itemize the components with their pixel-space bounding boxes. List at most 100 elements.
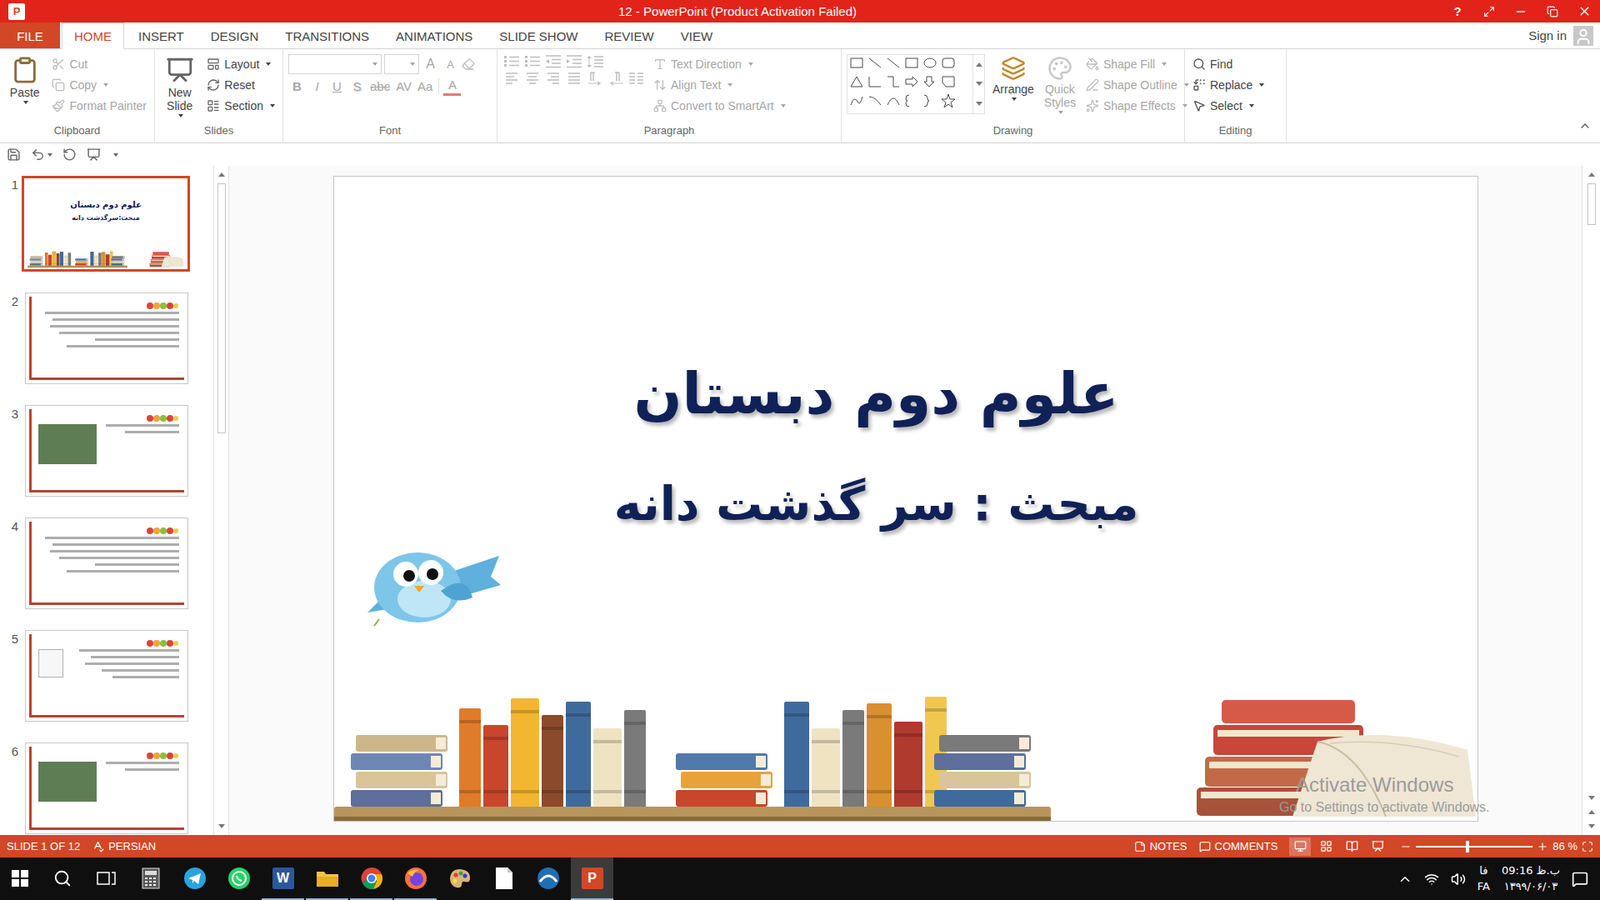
calculator-taskbar-button[interactable] — [129, 857, 172, 900]
notes-button[interactable]: NOTES — [1134, 840, 1188, 853]
ribbon-tab[interactable]: FILE — [0, 22, 60, 49]
sorter-view-button[interactable] — [1315, 837, 1337, 856]
arrange-button[interactable]: Arrange — [990, 54, 1037, 103]
decrease-icon[interactable] — [544, 54, 563, 70]
ribbon-tab[interactable]: SLIDE SHOW — [486, 22, 590, 49]
gallery-down-icon[interactable] — [975, 81, 983, 86]
telegram-taskbar-button[interactable] — [173, 857, 216, 900]
word-taskbar-button[interactable]: W — [261, 857, 305, 900]
bullets-icon[interactable] — [502, 54, 521, 70]
ltr-icon[interactable] — [585, 70, 605, 86]
slide-thumbnail[interactable]: 2 — [0, 292, 214, 385]
input-language[interactable]: فاFA — [1477, 863, 1490, 894]
taskview-taskbar-button[interactable] — [85, 857, 128, 900]
slide-thumbnail[interactable]: 1علوم دوم دبستانمبحث:سرگذشت دانه — [0, 175, 214, 272]
scroll-up-icon[interactable] — [1588, 172, 1595, 177]
reset-button[interactable]: Reset — [204, 75, 278, 95]
copy-button[interactable]: Copy — [49, 75, 150, 95]
thumbnail-frame[interactable] — [25, 517, 189, 610]
align-text-button[interactable]: Align Text — [650, 75, 789, 95]
spacing-button[interactable]: AV — [394, 75, 414, 96]
ribbon-tab[interactable]: INSERT — [125, 22, 197, 49]
center-icon[interactable] — [523, 70, 542, 86]
fit-slide-icon[interactable] — [1581, 840, 1594, 853]
ribbon-display-button[interactable] — [1473, 0, 1505, 23]
strike-button[interactable]: abc — [368, 75, 392, 96]
language-indicator[interactable]: PERSIAN — [91, 840, 156, 853]
thumbnail-frame[interactable] — [25, 630, 189, 722]
text-direction-button[interactable]: Text Direction — [650, 54, 789, 74]
close-button[interactable] — [1568, 0, 1600, 23]
replace-button[interactable]: Replace — [1190, 75, 1267, 95]
font-size-field[interactable] — [384, 54, 420, 75]
gallery-scroll[interactable] — [972, 55, 985, 114]
smartart-button[interactable]: Convert to SmartArt — [650, 95, 789, 115]
scroll-up-icon[interactable] — [218, 172, 225, 177]
collapse-ribbon-button[interactable] — [1570, 119, 1600, 143]
ribbon-tab[interactable]: HOME — [61, 22, 125, 50]
account[interactable]: Sign in — [1528, 22, 1600, 49]
start-from-beginning-button[interactable] — [86, 147, 101, 162]
notifications-icon[interactable] — [1571, 870, 1589, 888]
ribbon-tab[interactable]: TRANSITIONS — [272, 22, 382, 49]
slide-thumbnail[interactable]: 4 — [0, 517, 214, 610]
book-stack-picture[interactable] — [1192, 691, 1479, 821]
spacing-icon[interactable] — [585, 54, 605, 70]
slide-thumbnail[interactable]: 6 — [0, 742, 214, 835]
browser-taskbar-button[interactable] — [526, 857, 570, 900]
file-taskbar-button[interactable] — [482, 857, 525, 900]
thumbnail-scrollbar[interactable] — [213, 165, 229, 835]
ribbon-tab[interactable]: ANIMATIONS — [383, 22, 485, 49]
thumbnail-frame[interactable] — [25, 292, 189, 385]
previous-slide-icon[interactable] — [1588, 810, 1595, 815]
right-icon[interactable] — [544, 70, 563, 86]
explorer-taskbar-button[interactable] — [305, 857, 349, 900]
thumbnail-frame[interactable]: علوم دوم دبستانمبحث:سرگذشت دانه — [21, 175, 190, 272]
gallery-more-icon[interactable] — [975, 101, 983, 106]
rtl-icon[interactable] — [606, 70, 625, 86]
scroll-thumb[interactable] — [217, 183, 226, 434]
cut-button[interactable]: Cut — [49, 54, 150, 74]
select-button[interactable]: Select — [1190, 95, 1267, 115]
customize-toolbar-button[interactable] — [110, 153, 119, 157]
scroll-down-icon[interactable] — [1588, 795, 1595, 800]
case-button[interactable]: Aa — [415, 75, 435, 96]
slide-scrollbar[interactable] — [1581, 165, 1600, 835]
next-slide-icon[interactable] — [1588, 824, 1595, 829]
shrink-font-button[interactable]: A — [441, 54, 460, 75]
bookshelf-picture[interactable] — [334, 683, 1051, 821]
shapes-gallery-icon[interactable] — [847, 55, 973, 114]
ribbon-tab[interactable]: DESIGN — [198, 22, 272, 49]
slide-thumbnail[interactable]: 3 — [0, 405, 214, 497]
minimize-button[interactable] — [1505, 0, 1537, 23]
shadow-button[interactable]: S — [348, 75, 366, 96]
outline-button[interactable]: Shape Outline — [1083, 75, 1192, 95]
font-name-field[interactable] — [288, 54, 382, 75]
slide-title[interactable]: علوم دوم دبستان — [634, 355, 1120, 433]
scroll-thumb[interactable] — [1587, 183, 1596, 225]
save-button[interactable] — [6, 147, 21, 162]
reading-view-button[interactable] — [1340, 837, 1363, 856]
show-hidden-icons-icon[interactable] — [1397, 871, 1413, 887]
restore-button[interactable] — [1536, 0, 1569, 23]
color-button[interactable]: A — [443, 75, 461, 96]
shapes-gallery[interactable] — [846, 54, 985, 115]
fill-button[interactable]: Shape Fill — [1083, 54, 1192, 74]
slide-thumbnail[interactable]: 5 — [0, 630, 214, 722]
normal-view-button[interactable] — [1289, 837, 1311, 856]
justify-icon[interactable] — [565, 70, 584, 86]
zoom-slider[interactable] — [1415, 845, 1533, 848]
firefox-taskbar-button[interactable] — [394, 857, 437, 900]
numbering-icon[interactable] — [523, 54, 542, 70]
zoom-thumb[interactable] — [1465, 840, 1470, 853]
slideshow-view-button[interactable] — [1366, 837, 1389, 856]
clear-formatting-icon[interactable] — [461, 57, 475, 71]
new-slide-button[interactable]: New Slide — [160, 54, 200, 120]
ribbon-tab[interactable]: VIEW — [668, 22, 725, 49]
volume-icon[interactable] — [1450, 871, 1466, 887]
repeat-button[interactable] — [62, 147, 77, 162]
layout-button[interactable]: Layout — [204, 54, 278, 74]
search-taskbar-button[interactable] — [40, 857, 84, 900]
thumbnail-frame[interactable] — [25, 405, 189, 497]
help-button[interactable]: ? — [1441, 0, 1474, 23]
